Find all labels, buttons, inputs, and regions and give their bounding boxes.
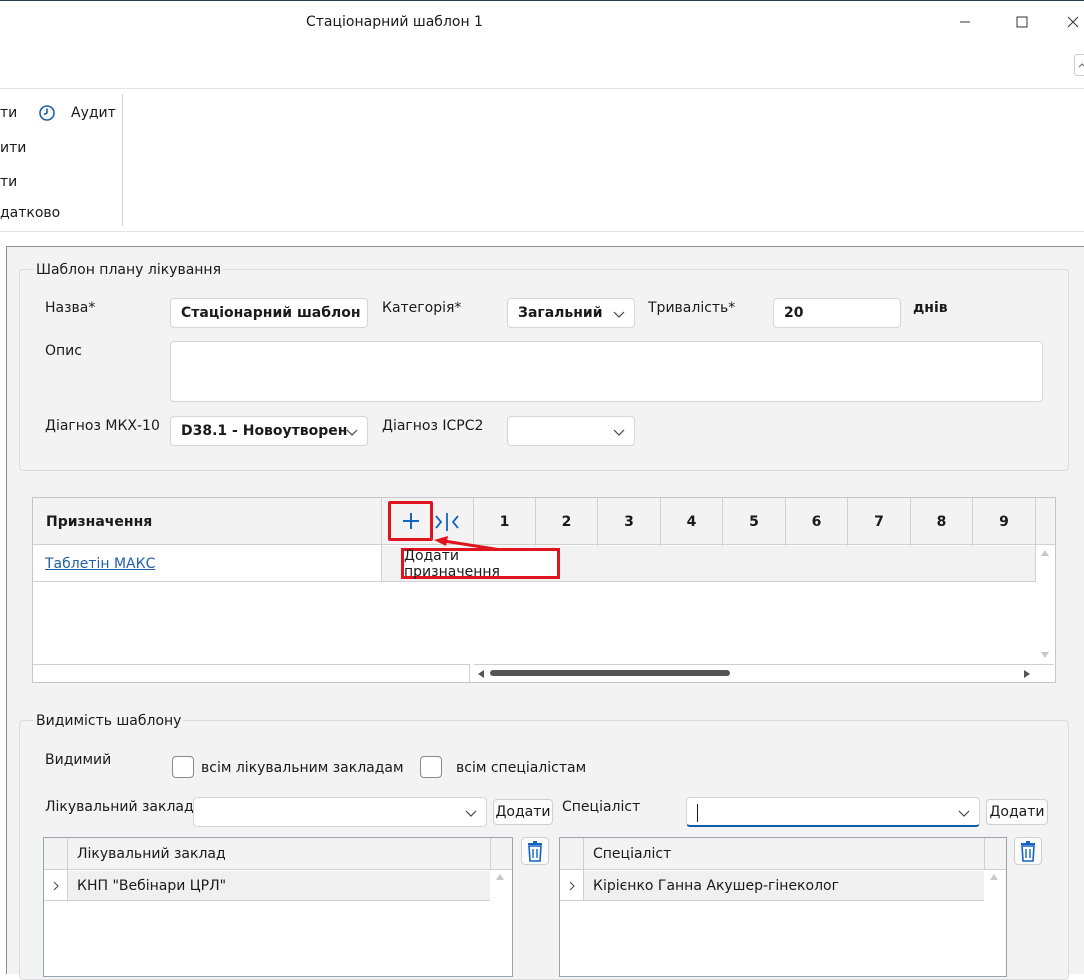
minimize-icon (959, 16, 971, 28)
close-icon (1067, 16, 1079, 28)
specialist-column-header: Спеціаліст (593, 846, 671, 862)
day-column-header: 5 (723, 514, 785, 530)
scroll-left-icon (477, 669, 485, 679)
category-label: Категорія* (382, 300, 461, 316)
chevron-right-icon (52, 881, 60, 891)
chevron-down-icon (345, 425, 359, 439)
duration-unit: днів (913, 300, 948, 316)
trash-icon (1018, 840, 1038, 862)
row-expander[interactable] (560, 871, 583, 901)
day-column-header: 1 (474, 514, 535, 530)
icd10-label: Діагноз МКХ-10 (45, 418, 160, 434)
icd10-value: D38.1 - Новоутворен (181, 423, 347, 439)
chevron-down-icon (612, 307, 626, 321)
description-label: Опис (45, 343, 82, 359)
day-column-header: 8 (911, 514, 972, 530)
scrollbar-thumb[interactable] (490, 670, 730, 676)
prescriptions-header: Призначення (46, 514, 152, 530)
plan-group-title: Шаблон плану лікування (34, 262, 223, 278)
row-divider (33, 581, 1035, 582)
grid-divider (984, 838, 985, 870)
all-specialists-label: всім спеціалістам (456, 760, 586, 776)
add-prescription-tooltip: Додати призначення (401, 548, 560, 579)
visibility-group-title: Видимість шаблону (34, 713, 183, 729)
add-prescription-button[interactable] (388, 501, 433, 541)
delete-specialist-button[interactable] (1014, 837, 1042, 865)
plus-icon (401, 511, 421, 531)
ribbon-separator (122, 94, 123, 226)
text-cursor (697, 804, 698, 822)
row-expander[interactable] (44, 871, 67, 901)
category-value: Загальний (518, 305, 603, 321)
scroll-up-icon (495, 873, 505, 881)
icd10-select[interactable]: D38.1 - Новоутворен (170, 416, 368, 446)
day-column-header: 4 (661, 514, 722, 530)
icpc2-select[interactable] (507, 416, 635, 446)
window-title: Стаціонарний шаблон 1 (306, 14, 483, 30)
all-facilities-checkbox[interactable] (172, 756, 194, 778)
all-specialists-checkbox[interactable] (420, 756, 442, 778)
all-facilities-label: всім лікувальним закладам (201, 760, 404, 776)
name-label: Назва* (45, 300, 95, 316)
maximize-button[interactable] (1007, 10, 1037, 34)
facility-label: Лікувальний заклад (45, 799, 194, 815)
vertical-scrollbar[interactable] (1036, 546, 1054, 664)
chevron-up-icon (1078, 61, 1084, 69)
scroll-right-icon (1023, 669, 1031, 679)
maximize-icon (1016, 16, 1028, 28)
day-column-header: 3 (598, 514, 660, 530)
day-column-header: 2 (536, 514, 597, 530)
chevron-right-icon (568, 881, 576, 891)
description-input[interactable] (170, 341, 1043, 402)
specialist-row-name: Кірієнко Ганна Акушер-гінеколог (593, 878, 839, 894)
duration-label: Тривалість* (648, 300, 735, 316)
icpc2-label: Діагноз ICPC2 (382, 418, 483, 434)
grid-divider (490, 838, 491, 870)
minimize-button[interactable] (950, 10, 980, 34)
audit-button[interactable]: Аудит (71, 105, 116, 121)
ribbon-item-2[interactable]: ити (0, 140, 26, 156)
visible-label: Видимий (45, 752, 111, 768)
scroll-down-icon (1040, 651, 1050, 659)
name-input[interactable]: Стаціонарний шаблон 1 (170, 298, 368, 328)
chevron-down-icon (957, 806, 971, 820)
frozen-area-scrollbar (33, 664, 470, 682)
ribbon-item-1[interactable]: ти (0, 105, 17, 121)
ribbon-item-3[interactable]: ти (0, 174, 17, 190)
add-facility-button[interactable]: Додати (493, 799, 553, 825)
add-specialist-button[interactable]: Додати (986, 799, 1048, 825)
close-button[interactable] (1062, 10, 1084, 34)
facility-select[interactable] (193, 797, 487, 827)
chevron-down-icon (464, 806, 478, 820)
chevron-down-icon (612, 425, 626, 439)
trash-icon (525, 840, 545, 862)
ribbon-item-4[interactable]: датково (0, 205, 60, 221)
horizontal-scrollbar[interactable] (474, 664, 1054, 682)
scroll-up-icon (1040, 549, 1050, 557)
category-select[interactable]: Загальний (507, 298, 635, 328)
scroll-up-icon (989, 873, 999, 881)
day-column-header: 9 (973, 514, 1035, 530)
clock-icon[interactable] (38, 104, 56, 122)
facility-row-name: КНП "Вебінари ЦРЛ" (77, 878, 226, 894)
day-column-header: 7 (848, 514, 910, 530)
title-bar (0, 0, 1084, 46)
prescription-link[interactable]: Таблетін МАКС (45, 556, 155, 572)
day-column-header: 6 (786, 514, 847, 530)
ribbon-collapse-button[interactable] (1074, 54, 1084, 76)
ribbon (0, 88, 1084, 232)
delete-facility-button[interactable] (521, 837, 549, 865)
facility-column-header: Лікувальний заклад (77, 846, 226, 862)
specialist-label: Спеціаліст (562, 799, 640, 815)
specialist-select[interactable] (686, 797, 980, 827)
duration-input[interactable]: 20 (773, 298, 901, 328)
